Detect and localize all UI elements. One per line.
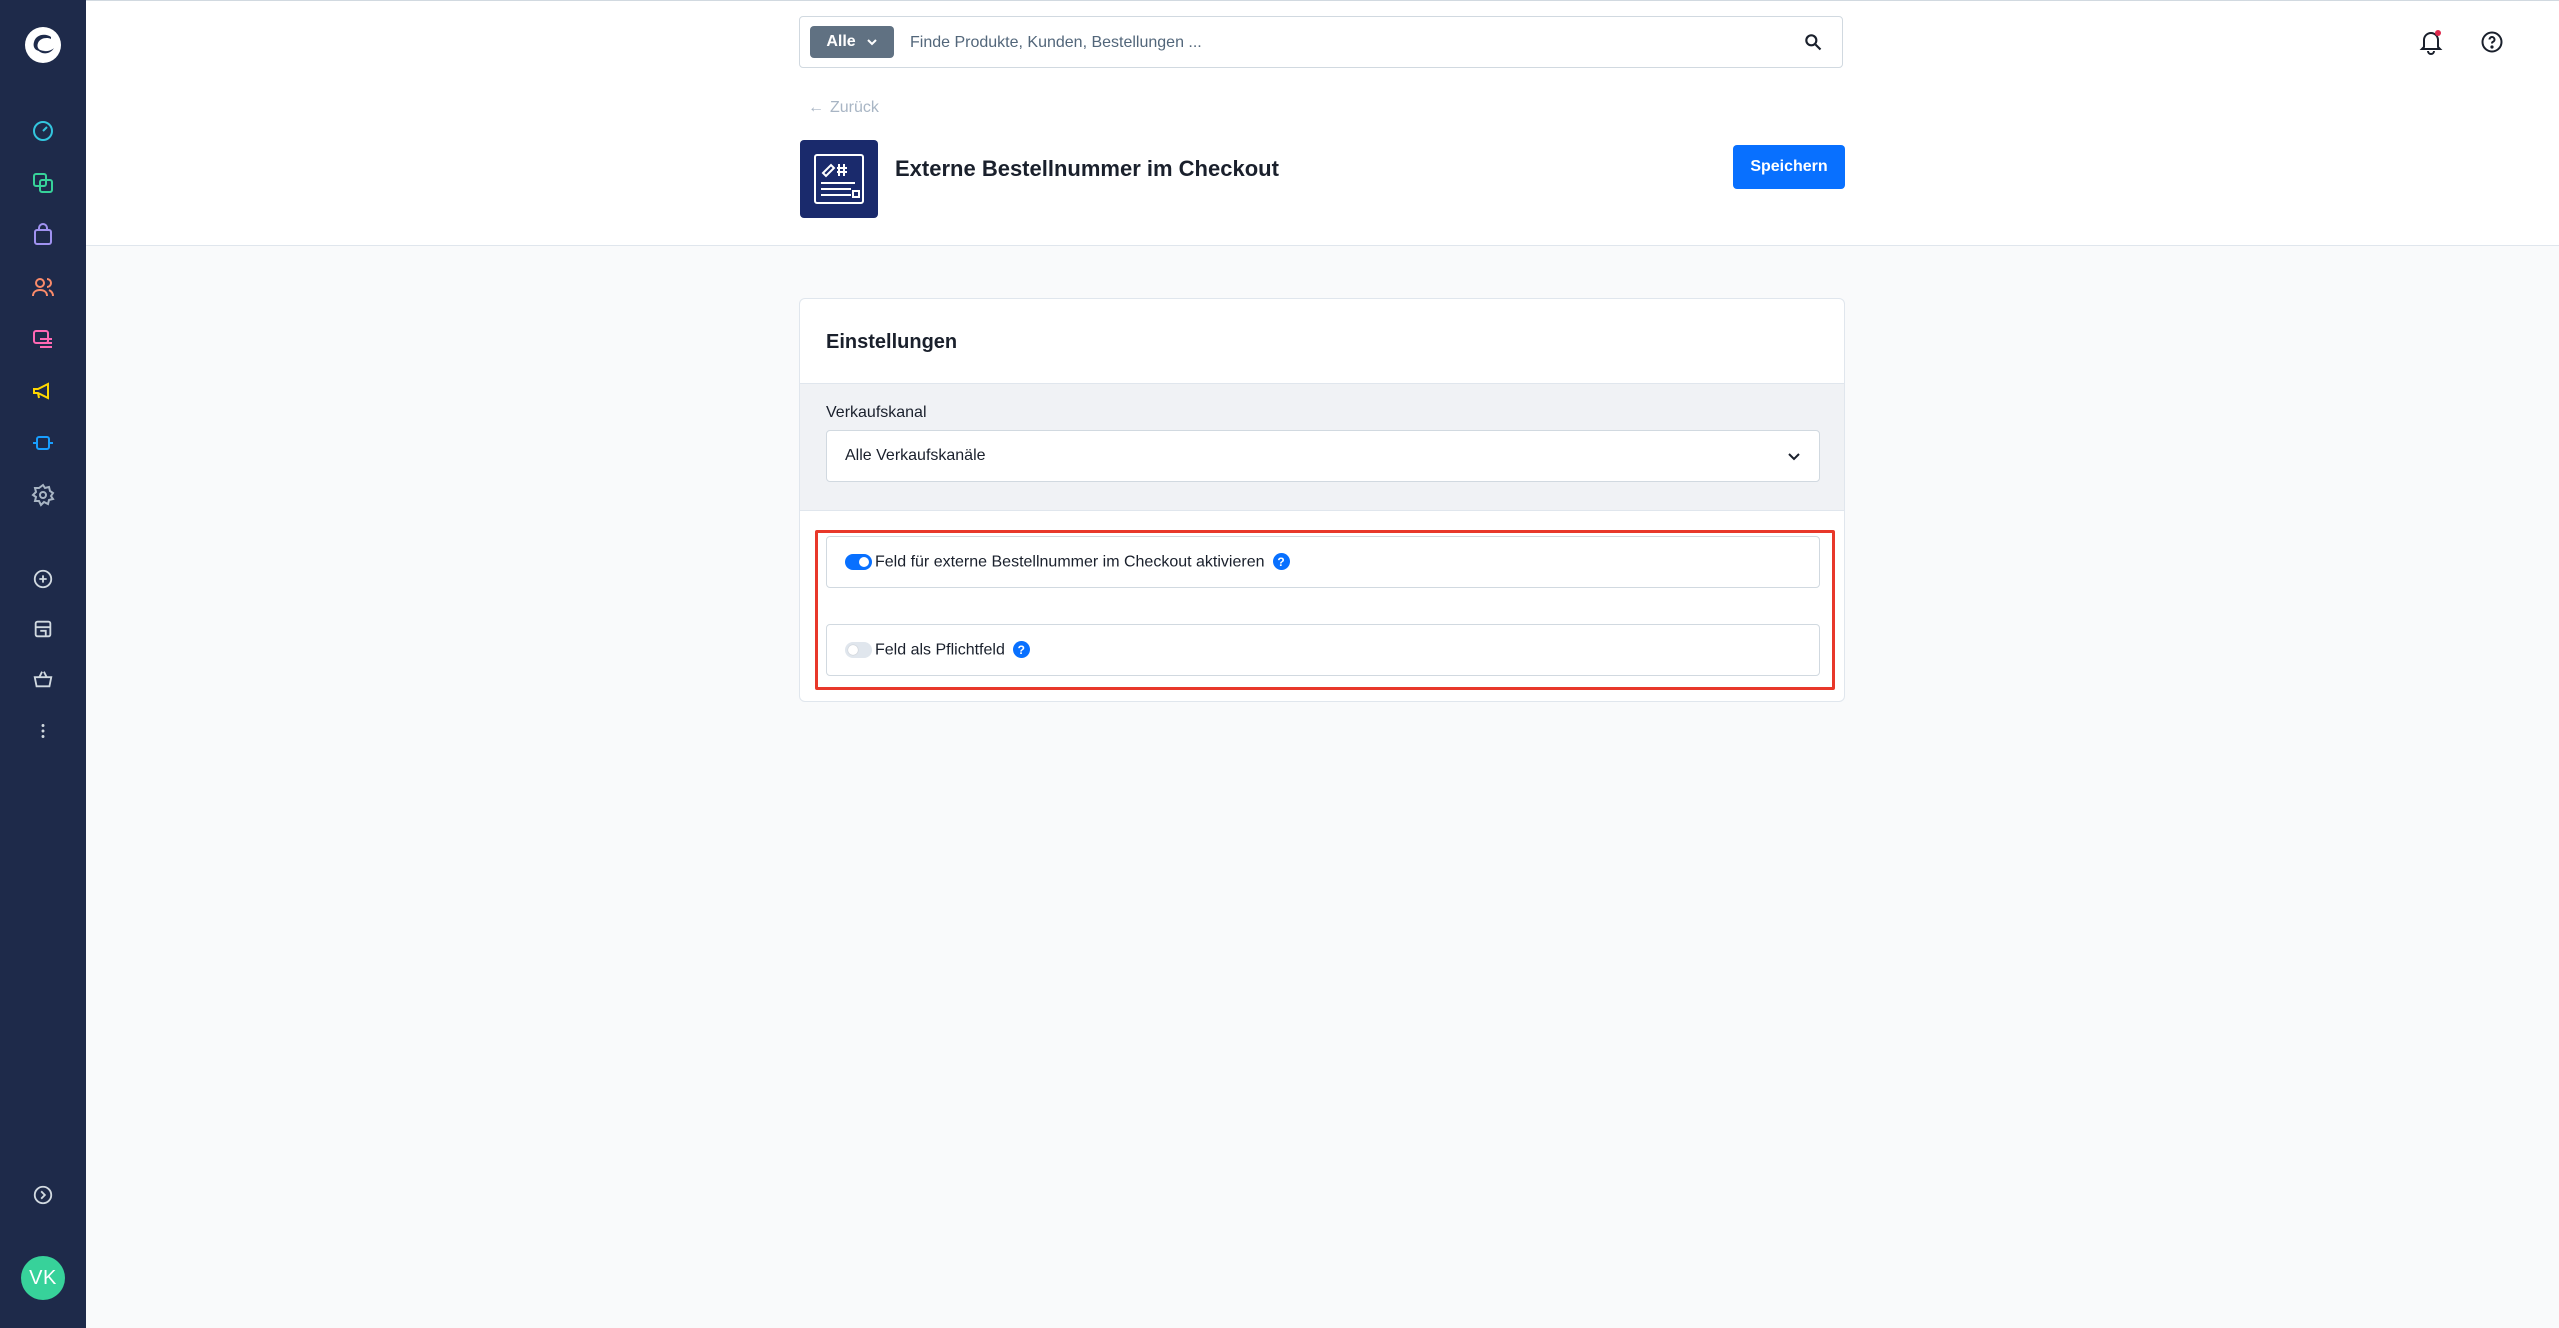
avatar[interactable]: VK bbox=[21, 1256, 65, 1300]
help-icon[interactable] bbox=[2477, 27, 2507, 57]
dashboard-icon[interactable] bbox=[28, 116, 58, 146]
catalog-icon[interactable] bbox=[28, 168, 58, 198]
content-icon[interactable] bbox=[28, 324, 58, 354]
more-icon[interactable] bbox=[28, 716, 58, 746]
page-title: Externe Bestellnummer im Checkout bbox=[895, 156, 1279, 181]
extensions-icon[interactable] bbox=[28, 428, 58, 458]
highlight-box bbox=[815, 530, 1835, 690]
settings-icon[interactable] bbox=[28, 480, 58, 510]
basket-icon[interactable] bbox=[28, 664, 58, 694]
sales-channel-filter: Verkaufskanal Alle Verkaufskanäle bbox=[800, 383, 1844, 511]
orders-icon[interactable] bbox=[28, 220, 58, 250]
chevron-down-icon bbox=[1783, 445, 1805, 467]
search-bar: Alle bbox=[799, 16, 1843, 69]
sidebar: VK bbox=[0, 0, 86, 1328]
chevron-down-icon bbox=[866, 39, 877, 46]
save-button[interactable]: Speichern bbox=[1733, 145, 1845, 189]
notification-bell-icon[interactable] bbox=[2416, 27, 2446, 57]
search-type-dropdown[interactable]: Alle bbox=[810, 26, 894, 58]
back-label: Zurück bbox=[830, 99, 879, 116]
search-type-label: Alle bbox=[826, 33, 856, 50]
customers-icon[interactable] bbox=[28, 272, 58, 302]
app-icon bbox=[800, 140, 878, 218]
add-circle-icon[interactable] bbox=[28, 564, 58, 594]
card-title: Einstellungen bbox=[826, 331, 958, 353]
search-input[interactable] bbox=[908, 17, 1772, 69]
sales-channel-select[interactable]: Alle Verkaufskanäle bbox=[826, 430, 1820, 482]
topbar: Alle bbox=[86, 0, 2559, 84]
search-icon[interactable] bbox=[1800, 29, 1826, 55]
storefront-icon[interactable] bbox=[28, 614, 58, 644]
marketing-icon[interactable] bbox=[28, 376, 58, 406]
arrow-left-icon: ← bbox=[808, 99, 824, 116]
page-header: ← Zurück Externe Bestellnummer im Checko… bbox=[86, 83, 2559, 246]
sales-channel-label: Verkaufskanal bbox=[826, 404, 927, 421]
expand-sidebar-icon[interactable] bbox=[28, 1180, 58, 1210]
back-link[interactable]: ← Zurück bbox=[808, 99, 879, 117]
shopware-logo[interactable] bbox=[20, 22, 66, 68]
sales-channel-value: Alle Verkaufskanäle bbox=[845, 447, 986, 464]
